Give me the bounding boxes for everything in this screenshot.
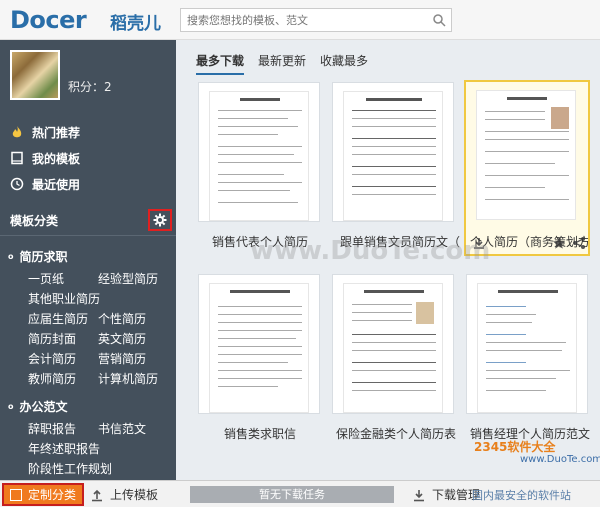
gear-icon bbox=[153, 213, 167, 227]
template-card[interactable] bbox=[198, 274, 320, 414]
bottom-bar: 定制分类 上传模板 暂无下载任务 下载管理 国内最安全的软件站 bbox=[0, 480, 600, 507]
points-label: 积分：2 bbox=[68, 80, 112, 94]
category-link[interactable]: 英文简历 bbox=[98, 330, 146, 347]
template-card-selected[interactable] bbox=[464, 80, 590, 256]
nav-my-templates[interactable]: 我的模板 bbox=[10, 148, 80, 168]
category-link[interactable]: 会计简历 bbox=[28, 350, 76, 367]
category-link[interactable]: 一页纸 bbox=[28, 270, 64, 287]
template-title[interactable]: 保险金融类个人简历表 bbox=[336, 425, 466, 442]
divider bbox=[0, 235, 176, 236]
custom-category-button[interactable]: 定制分类 bbox=[2, 483, 84, 506]
template-card[interactable] bbox=[332, 274, 454, 414]
nav-label: 热门推荐 bbox=[32, 125, 81, 140]
template-title[interactable]: 销售类求职信 bbox=[224, 425, 354, 442]
group-title-resume[interactable]: 简历求职 bbox=[8, 248, 68, 265]
category-link[interactable]: 个性简历 bbox=[98, 310, 146, 327]
docer-logo-cn: 稻壳儿 bbox=[110, 14, 161, 34]
search-input[interactable] bbox=[181, 9, 421, 31]
book-icon bbox=[11, 151, 23, 165]
avatar[interactable] bbox=[10, 50, 60, 100]
watermark: www.DuoTe.com bbox=[250, 236, 491, 266]
template-thumbnail bbox=[209, 91, 309, 221]
template-thumbnail bbox=[477, 283, 577, 413]
tab-most-favorited[interactable]: 收藏最多 bbox=[320, 52, 368, 75]
footer-slogan: 国内最安全的软件站 bbox=[472, 489, 571, 502]
template-card[interactable] bbox=[332, 82, 454, 222]
category-link[interactable]: 教师简历 bbox=[28, 370, 76, 387]
watermark-logo: 2345软件大全 bbox=[474, 440, 556, 454]
category-link[interactable]: 简历封面 bbox=[28, 330, 76, 347]
download-manager-button[interactable]: 下载管理 bbox=[412, 486, 480, 503]
nav-label: 我的模板 bbox=[32, 151, 81, 166]
template-thumbnail bbox=[343, 283, 443, 413]
category-link[interactable]: 阶段性工作规划 bbox=[28, 460, 112, 477]
category-section-title: 模板分类 bbox=[10, 214, 59, 228]
template-card[interactable] bbox=[466, 274, 588, 414]
sidebar: 积分：2 热门推荐 我的模板 最近使用 模板分类 o 简历求职 一页纸 经验型简… bbox=[0, 40, 176, 480]
tab-latest[interactable]: 最新更新 bbox=[258, 52, 306, 75]
fire-icon bbox=[12, 126, 22, 138]
docer-logo[interactable]: Docer bbox=[10, 6, 87, 34]
group-title-office[interactable]: 办公范文 bbox=[8, 398, 68, 415]
user-profile: 积分：2 bbox=[0, 40, 176, 112]
template-thumbnail bbox=[209, 283, 309, 413]
template-thumbnail bbox=[476, 90, 576, 220]
category-link[interactable]: 计算机简历 bbox=[98, 370, 158, 387]
nav-hot-recommend[interactable]: 热门推荐 bbox=[10, 122, 80, 142]
category-link[interactable]: 年终述职报告 bbox=[28, 440, 100, 457]
search-icon[interactable] bbox=[432, 13, 446, 27]
upload-template-button[interactable]: 上传模板 bbox=[90, 486, 158, 503]
nav-recent[interactable]: 最近使用 bbox=[10, 174, 80, 194]
top-bar: Docer 稻壳儿 bbox=[0, 0, 600, 40]
tab-most-downloaded[interactable]: 最多下载 bbox=[196, 52, 245, 75]
category-link[interactable]: 辞职报告 bbox=[28, 420, 76, 437]
download-progress-bar: 暂无下载任务 bbox=[190, 486, 394, 503]
watermark-logo-sub: www.DuoTe.com bbox=[520, 454, 600, 465]
upload-icon bbox=[92, 489, 102, 501]
layout-icon bbox=[9, 488, 22, 501]
sort-tabs: 最多下载 最新更新 收藏最多 bbox=[196, 52, 382, 75]
template-card[interactable] bbox=[198, 82, 320, 222]
category-settings-button[interactable] bbox=[148, 209, 172, 231]
category-link[interactable]: 营销简历 bbox=[98, 350, 146, 367]
clock-icon bbox=[10, 177, 24, 191]
category-link[interactable]: 书信范文 bbox=[98, 420, 146, 437]
template-thumbnail bbox=[343, 91, 443, 221]
category-link[interactable]: 应届生简历 bbox=[28, 310, 88, 327]
custom-category-label: 定制分类 bbox=[27, 488, 76, 502]
category-link[interactable]: 其他职业简历 bbox=[28, 290, 100, 307]
nav-label: 最近使用 bbox=[32, 177, 81, 192]
search-box[interactable] bbox=[180, 8, 452, 32]
upload-label: 上传模板 bbox=[110, 488, 159, 502]
download-icon bbox=[414, 489, 424, 501]
category-link[interactable]: 经验型简历 bbox=[98, 270, 158, 287]
